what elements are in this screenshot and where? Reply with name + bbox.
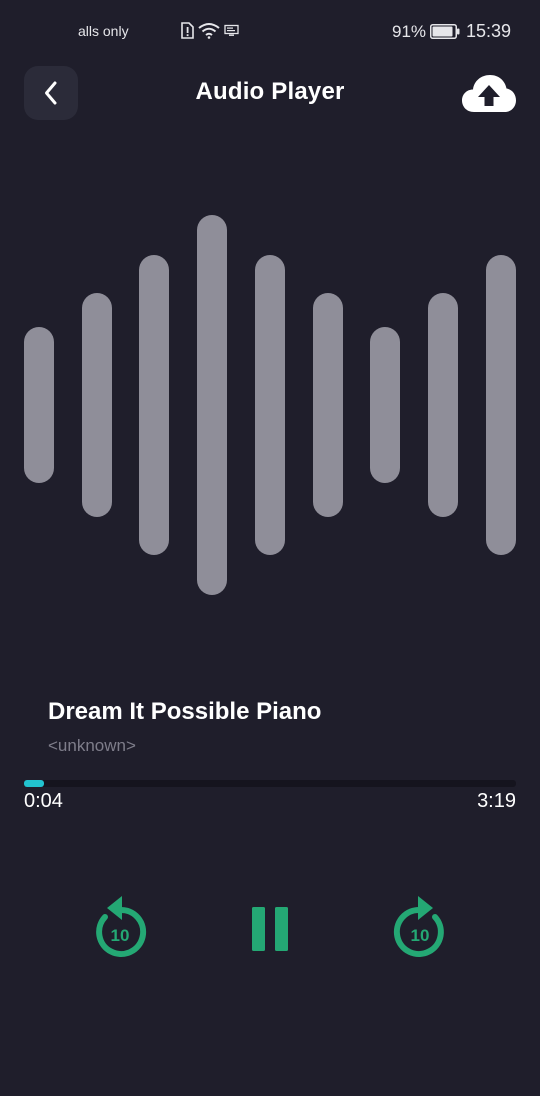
battery-icon — [430, 24, 460, 39]
rewind-seconds-label: 10 — [111, 926, 130, 945]
waveform-bar — [254, 254, 285, 556]
forward-seconds-label: 10 — [411, 926, 430, 945]
forward-10-icon: 10 — [393, 896, 444, 957]
pause-icon — [252, 907, 288, 951]
elapsed-time: 0:04 — [24, 790, 63, 812]
waveform-bar — [370, 327, 401, 483]
track-artist: <unknown> — [48, 736, 136, 755]
screen-cast-icon — [224, 24, 239, 36]
page-title: Audio Player — [195, 78, 345, 105]
carrier-label: alls only — [78, 23, 129, 39]
clock: 15:39 — [466, 21, 512, 41]
waveform-bar — [139, 254, 170, 556]
wifi-icon — [198, 23, 220, 39]
seek-bar[interactable] — [24, 780, 516, 787]
waveform-bar — [24, 327, 54, 483]
waveform-bar — [81, 292, 112, 518]
battery-percentage: 91% — [392, 22, 427, 41]
audio-player-screen: alls only 91% 15:39 Audio Player Dream I… — [0, 0, 540, 1096]
rewind-10-button[interactable]: 10 — [88, 890, 152, 962]
sim-alert-icon — [181, 22, 194, 39]
waveform-bar — [312, 292, 343, 518]
forward-10-button[interactable]: 10 — [388, 890, 452, 962]
track-title: Dream It Possible Piano — [48, 698, 322, 725]
waveform-visualizer — [0, 200, 540, 610]
total-duration: 3:19 — [477, 790, 516, 812]
status-bar: alls only 91% 15:39 — [0, 0, 540, 62]
pause-button[interactable] — [246, 902, 294, 956]
rewind-10-icon: 10 — [96, 896, 147, 957]
waveform-bar — [197, 215, 228, 595]
cloud-upload-icon — [462, 75, 516, 112]
seek-bar-progress — [24, 780, 44, 787]
waveform-bar — [485, 254, 516, 556]
upload-button[interactable] — [460, 70, 518, 116]
waveform-bar — [427, 292, 458, 518]
status-icons — [180, 22, 239, 39]
